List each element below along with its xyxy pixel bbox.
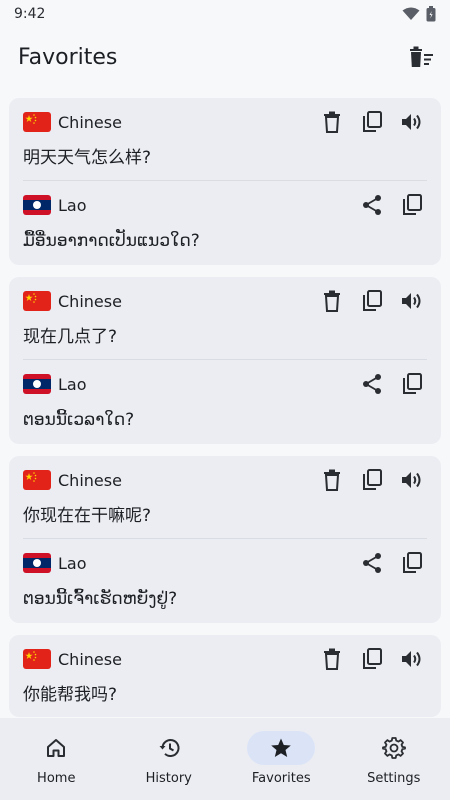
copy-button[interactable] bbox=[357, 465, 387, 495]
status-time: 9:42 bbox=[14, 6, 46, 22]
laos-flag-icon bbox=[23, 195, 51, 215]
favorites-list[interactable]: Chinese 明天天气怎么样? Lao ມື້ອື່ນອາກາດເປັນແນວ… bbox=[0, 86, 450, 718]
share-icon bbox=[361, 373, 383, 395]
copy-icon bbox=[362, 648, 382, 670]
share-button[interactable] bbox=[357, 190, 387, 220]
copy-icon bbox=[362, 469, 382, 491]
speak-button[interactable] bbox=[397, 107, 427, 137]
status-bar: 9:42 bbox=[0, 0, 450, 28]
target-language: Lao bbox=[23, 374, 87, 394]
copy-icon bbox=[402, 194, 422, 216]
target-text: ມື້ອື່ນອາກາດເປັນແນວໃດ? bbox=[23, 231, 200, 251]
share-button[interactable] bbox=[357, 548, 387, 578]
source-text: 明天天气怎么样? bbox=[23, 148, 152, 168]
source-language: Chinese bbox=[23, 470, 122, 490]
favorite-card: Chinese 明天天气怎么样? Lao ມື້ອື່ນອາກາດເປັນແນວ… bbox=[9, 98, 441, 265]
nav-label: Favorites bbox=[251, 771, 311, 786]
target-language: Lao bbox=[23, 553, 87, 573]
copy-button[interactable] bbox=[397, 548, 427, 578]
nav-label: Settings bbox=[367, 771, 421, 786]
china-flag-icon bbox=[23, 649, 51, 669]
language-label: Chinese bbox=[58, 649, 122, 669]
source-language: Chinese bbox=[23, 112, 122, 132]
delete-all-icon bbox=[408, 46, 434, 68]
source-row: Chinese bbox=[23, 277, 427, 325]
delete-button[interactable] bbox=[317, 644, 347, 674]
speak-button[interactable] bbox=[397, 644, 427, 674]
target-text: ຕອນນີ້ເວລາໃດ? bbox=[23, 410, 135, 430]
delete-all-button[interactable] bbox=[406, 42, 436, 72]
nav-label: Home bbox=[37, 771, 76, 786]
status-icons bbox=[402, 6, 436, 22]
target-row: Lao bbox=[23, 360, 427, 408]
copy-button[interactable] bbox=[357, 107, 387, 137]
delete-button[interactable] bbox=[317, 465, 347, 495]
language-label: Lao bbox=[58, 195, 87, 215]
app-bar: Favorites bbox=[0, 28, 450, 86]
nav-favorites[interactable]: Favorites bbox=[231, 731, 331, 786]
source-row: Chinese bbox=[23, 635, 427, 683]
target-text: ຕອນນີ້ເຈົ້າເຮັດຫຍັງຢູ່? bbox=[23, 589, 178, 609]
speak-button[interactable] bbox=[397, 465, 427, 495]
copy-button[interactable] bbox=[397, 369, 427, 399]
delete-button[interactable] bbox=[317, 286, 347, 316]
home-icon bbox=[22, 731, 90, 765]
language-label: Chinese bbox=[58, 112, 122, 132]
trash-icon bbox=[323, 469, 341, 491]
copy-icon bbox=[402, 552, 422, 574]
target-language: Lao bbox=[23, 195, 87, 215]
gear-icon bbox=[360, 731, 428, 765]
battery-icon bbox=[426, 6, 436, 22]
trash-icon bbox=[323, 290, 341, 312]
language-label: Lao bbox=[58, 553, 87, 573]
target-row: Lao bbox=[23, 181, 427, 229]
speaker-icon bbox=[401, 112, 423, 132]
page-title: Favorites bbox=[18, 44, 118, 70]
share-button[interactable] bbox=[357, 369, 387, 399]
china-flag-icon bbox=[23, 112, 51, 132]
bottom-navigation: Home History Favorites Settings bbox=[0, 718, 450, 800]
share-icon bbox=[361, 194, 383, 216]
source-text: 你能帮我吗? bbox=[23, 685, 118, 705]
language-label: Chinese bbox=[58, 291, 122, 311]
source-text: 现在几点了? bbox=[23, 327, 118, 347]
china-flag-icon bbox=[23, 291, 51, 311]
nav-label: History bbox=[145, 771, 192, 786]
language-label: Lao bbox=[58, 374, 87, 394]
wifi-icon bbox=[402, 7, 420, 21]
copy-button[interactable] bbox=[397, 190, 427, 220]
copy-button[interactable] bbox=[357, 644, 387, 674]
favorite-card: Chinese 现在几点了? Lao ຕອນນີ້ເວລາໃດ? bbox=[9, 277, 441, 444]
copy-icon bbox=[362, 290, 382, 312]
trash-icon bbox=[323, 111, 341, 133]
nav-home[interactable]: Home bbox=[6, 731, 106, 786]
source-language: Chinese bbox=[23, 291, 122, 311]
speaker-icon bbox=[401, 291, 423, 311]
share-icon bbox=[361, 552, 383, 574]
laos-flag-icon bbox=[23, 374, 51, 394]
speaker-icon bbox=[401, 649, 423, 669]
nav-history[interactable]: History bbox=[119, 731, 219, 786]
history-icon bbox=[135, 731, 203, 765]
nav-settings[interactable]: Settings bbox=[344, 731, 444, 786]
star-icon bbox=[247, 731, 316, 765]
source-row: Chinese bbox=[23, 98, 427, 146]
favorite-card: Chinese 你现在在干嘛呢? Lao ຕອນນີ້ເຈົ້າເຮັດຫຍັງ… bbox=[9, 456, 441, 623]
china-flag-icon bbox=[23, 470, 51, 490]
source-text: 你现在在干嘛呢? bbox=[23, 506, 152, 526]
copy-icon bbox=[362, 111, 382, 133]
copy-icon bbox=[402, 373, 422, 395]
speak-button[interactable] bbox=[397, 286, 427, 316]
source-language: Chinese bbox=[23, 649, 122, 669]
delete-button[interactable] bbox=[317, 107, 347, 137]
language-label: Chinese bbox=[58, 470, 122, 490]
source-row: Chinese bbox=[23, 456, 427, 504]
target-row: Lao bbox=[23, 539, 427, 587]
favorite-card: Chinese 你能帮我吗? bbox=[9, 635, 441, 717]
laos-flag-icon bbox=[23, 553, 51, 573]
copy-button[interactable] bbox=[357, 286, 387, 316]
speaker-icon bbox=[401, 470, 423, 490]
trash-icon bbox=[323, 648, 341, 670]
